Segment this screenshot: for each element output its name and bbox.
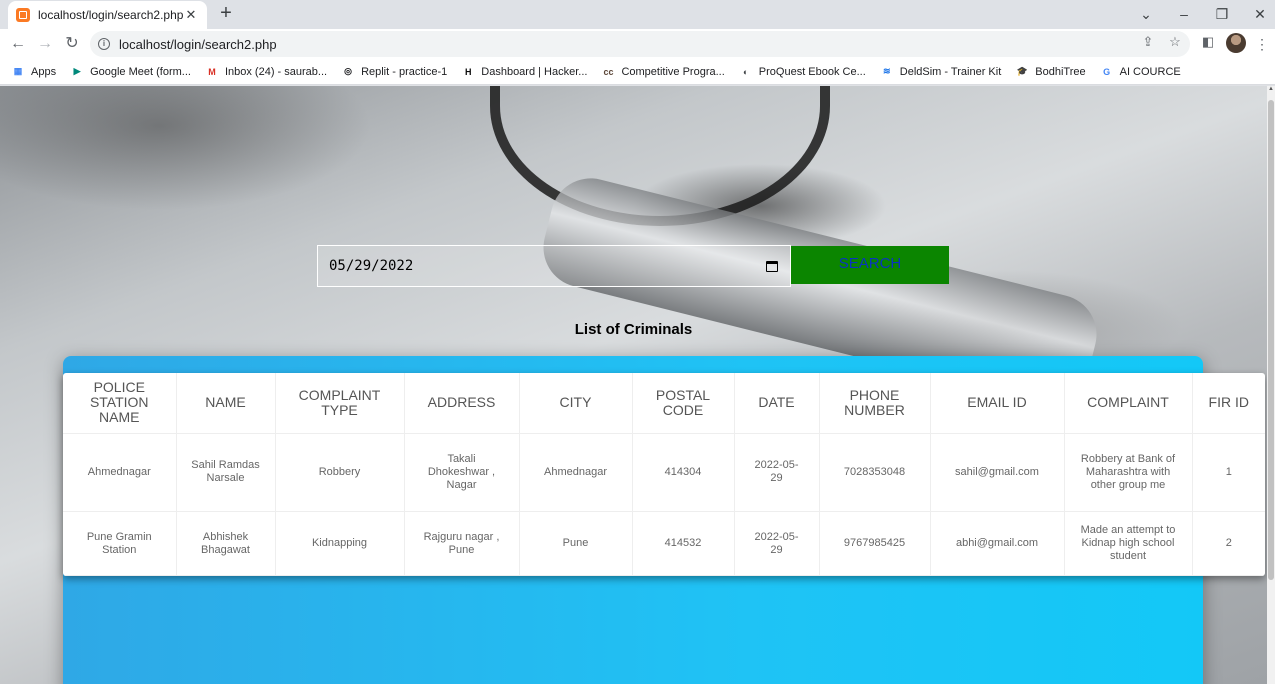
- bookmark-label: Dashboard | Hacker...: [481, 65, 588, 78]
- reload-icon[interactable]: ↻: [61, 33, 83, 55]
- bookmark-item[interactable]: ≋ DeldSim - Trainer Kit: [880, 65, 1001, 79]
- criminals-table: POLICE STATION NAME NAME COMPLAINT TYPE …: [63, 373, 1265, 576]
- new-tab-button[interactable]: +: [216, 3, 236, 24]
- replit-icon: ◎: [344, 66, 352, 76]
- bookmark-item[interactable]: M Inbox (24) - saurab...: [205, 65, 327, 79]
- column-header: COMPLAINT TYPE: [275, 373, 405, 433]
- calendar-icon[interactable]: [766, 260, 778, 272]
- table-row: Ahmednagar Sahil Ramdas Narsale Robbery …: [63, 433, 1265, 512]
- cc-icon: cc: [603, 66, 614, 77]
- bookmark-item[interactable]: ◐ ProQuest Ebook Ce...: [739, 65, 866, 79]
- table-cell: Pune Gramin Station: [63, 511, 177, 576]
- graduation-cap-icon: 🎓: [1016, 66, 1028, 76]
- restore-icon[interactable]: ❐: [1211, 3, 1233, 25]
- menu-dots-icon[interactable]: ⋮: [1255, 34, 1269, 54]
- table-cell: Rajguru nagar , Pune: [404, 511, 520, 576]
- minimize-icon[interactable]: –: [1173, 3, 1195, 25]
- table-cell: Made an attempt to Kidnap high school st…: [1064, 511, 1193, 576]
- table-cell: Kidnapping: [275, 511, 405, 576]
- table-cell: Sahil Ramdas Narsale: [176, 433, 276, 512]
- bookmark-star-icon[interactable]: ☆: [1166, 33, 1184, 51]
- proquest-icon: ◐: [743, 66, 749, 77]
- column-header: EMAIL ID: [930, 373, 1065, 433]
- table-cell: 7028353048: [819, 433, 931, 512]
- url-text[interactable]: localhost/login/search2.php: [119, 37, 277, 52]
- table-cell: abhi@gmail.com: [930, 511, 1065, 576]
- apps-grid-icon: ▦: [13, 66, 23, 76]
- share-icon[interactable]: ⇪: [1139, 33, 1157, 51]
- scroll-up-arrow-icon[interactable]: ▲: [1267, 86, 1275, 96]
- bookmark-label: Google Meet (form...: [90, 65, 191, 78]
- side-panel-icon[interactable]: ◧: [1199, 33, 1217, 51]
- column-header: DATE: [734, 373, 820, 433]
- table-cell: sahil@gmail.com: [930, 433, 1065, 512]
- close-tab-icon[interactable]: ✕: [183, 7, 199, 23]
- deldsim-icon: ≋: [883, 66, 891, 76]
- tab-strip: localhost/login/search2.php ✕ + ⌄ – ❐ ✕: [0, 0, 1275, 29]
- bookmark-label: Inbox (24) - saurab...: [224, 65, 328, 78]
- table-cell: 2022-05-29: [734, 511, 820, 576]
- table-cell: Ahmednagar: [519, 433, 633, 512]
- xampp-favicon-icon: [16, 8, 30, 22]
- bookmark-label: Apps: [31, 65, 57, 78]
- bookmark-item[interactable]: cc Competitive Progra...: [601, 65, 724, 79]
- bookmark-label: ProQuest Ebook Ce...: [758, 65, 866, 78]
- search-button[interactable]: SEARCH: [791, 246, 949, 284]
- table-cell: 414532: [632, 511, 735, 576]
- table-cell: Abhishek Bhagawat: [176, 511, 276, 576]
- bookmark-label: Replit - practice-1: [361, 65, 448, 78]
- date-input[interactable]: 05/29/2022: [317, 245, 791, 287]
- profile-avatar[interactable]: [1226, 33, 1246, 53]
- list-title: List of Criminals: [574, 321, 693, 338]
- column-header: CITY: [519, 373, 633, 433]
- column-header: PHONE NUMBER: [819, 373, 931, 433]
- bookmark-item[interactable]: 🎓 BodhiTree: [1015, 65, 1086, 79]
- date-value[interactable]: 05/29/2022: [329, 258, 766, 274]
- browser-toolbar: ← → ↻ i localhost/login/search2.php ⇪ ☆ …: [0, 29, 1275, 59]
- table-cell: Robbery at Bank of Maharashtra with othe…: [1064, 433, 1193, 512]
- table-cell: Robbery: [275, 433, 405, 512]
- back-arrow-icon[interactable]: ←: [7, 33, 29, 55]
- column-header: NAME: [176, 373, 276, 433]
- bookmark-item[interactable]: G AI COURCE: [1100, 65, 1181, 79]
- tab-title: localhost/login/search2.php: [38, 8, 183, 22]
- google-icon: G: [1103, 66, 1111, 77]
- table-cell: 2: [1225, 537, 1232, 550]
- bookmark-label: AI COURCE: [1119, 65, 1181, 78]
- table-row: Pune Gramin Station Abhishek Bhagawat Ki…: [63, 511, 1265, 576]
- table-cell: 414304: [632, 433, 735, 512]
- column-header: ADDRESS: [404, 373, 520, 433]
- table-header-row: POLICE STATION NAME NAME COMPLAINT TYPE …: [63, 373, 1265, 433]
- table-cell: Pune: [519, 511, 633, 576]
- page-background: 05/29/2022 SEARCH List of Criminals POLI…: [0, 86, 1267, 684]
- bookmark-item[interactable]: H Dashboard | Hacker...: [461, 65, 587, 79]
- column-header: POLICE STATION NAME: [63, 373, 177, 433]
- table-cell: Ahmednagar: [63, 433, 177, 512]
- bookmark-item[interactable]: ▶ Google Meet (form...: [70, 65, 191, 79]
- forward-arrow-icon[interactable]: →: [34, 33, 56, 55]
- bookmarks-bar: ▦ Apps ▶ Google Meet (form... M Inbox (24) - …: [0, 59, 1275, 85]
- site-info-icon[interactable]: i: [98, 38, 110, 50]
- bookmark-label: DeldSim - Trainer Kit: [899, 65, 1002, 78]
- close-window-icon[interactable]: ✕: [1249, 3, 1271, 25]
- bookmark-label: BodhiTree: [1035, 65, 1086, 78]
- hackerrank-icon: H: [465, 66, 472, 77]
- column-header: COMPLAINT: [1064, 373, 1193, 433]
- table-cell: Takali Dhokeshwar , Nagar: [404, 433, 520, 512]
- google-meet-icon: ▶: [73, 66, 81, 76]
- tab-search-chevron-icon[interactable]: ⌄: [1135, 3, 1157, 25]
- bookmark-label: Competitive Progra...: [621, 65, 725, 78]
- column-header: POSTAL CODE: [632, 373, 735, 433]
- bookmark-item[interactable]: ◎ Replit - practice-1: [341, 65, 447, 79]
- table-cell: 2022-05-29: [734, 433, 820, 512]
- bookmark-item[interactable]: ▦ Apps: [11, 65, 56, 79]
- browser-tab[interactable]: localhost/login/search2.php ✕: [8, 1, 207, 29]
- page-scrollbar[interactable]: [1267, 86, 1275, 684]
- gmail-icon: M: [208, 66, 216, 77]
- table-cell: 1: [1225, 465, 1232, 478]
- scrollbar-thumb[interactable]: [1268, 100, 1274, 580]
- address-bar[interactable]: i localhost/login/search2.php: [90, 31, 1190, 57]
- column-header: FIR ID: [1208, 394, 1249, 411]
- table-cell: 9767985425: [819, 511, 931, 576]
